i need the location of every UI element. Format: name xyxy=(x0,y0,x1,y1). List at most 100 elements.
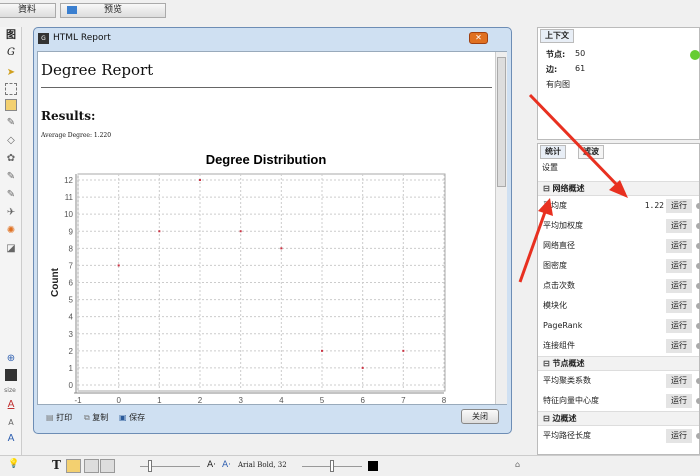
text-icon[interactable]: T xyxy=(52,458,61,472)
color-mode-icon[interactable] xyxy=(100,459,115,473)
y-tick-label: 12 xyxy=(64,176,73,185)
category-header[interactable]: ⊟ 网络概述 xyxy=(538,181,699,196)
preview-button[interactable]: 预览 xyxy=(60,3,166,18)
x-tick-label: -1 xyxy=(74,396,82,405)
run-button[interactable]: 运行 xyxy=(666,429,692,443)
zoom-icon[interactable]: ⊕ xyxy=(5,353,17,365)
heat-icon[interactable]: ✺ xyxy=(5,225,17,237)
settings-link[interactable]: 设置 xyxy=(542,162,558,173)
font-decrease-icon[interactable]: A· xyxy=(207,460,216,470)
collapse-icon[interactable]: ⊟ xyxy=(543,359,553,368)
save-button[interactable]: ▣ 保存 xyxy=(119,412,145,423)
lock-icon[interactable]: ⌂ xyxy=(515,460,520,469)
font-selector[interactable]: Arial Bold, 32 xyxy=(238,461,287,469)
run-button[interactable]: 运行 xyxy=(666,199,692,213)
statistic-row: 图密度 运行 xyxy=(538,256,700,276)
edge-pencil-icon[interactable]: ✎ xyxy=(5,189,17,201)
data-button[interactable]: 資料 xyxy=(0,3,56,18)
tab-statistics[interactable]: 统计 xyxy=(540,145,566,159)
y-tick-label: 5 xyxy=(69,296,74,305)
close-icon[interactable]: ✕ xyxy=(469,32,488,44)
run-button[interactable]: 运行 xyxy=(666,394,692,408)
x-tick-label: 5 xyxy=(320,396,325,405)
info-icon[interactable] xyxy=(696,433,700,439)
info-icon[interactable] xyxy=(696,263,700,269)
size-label: size xyxy=(4,387,16,394)
info-icon[interactable] xyxy=(696,398,700,404)
collapse-icon[interactable]: ⊟ xyxy=(543,414,553,423)
x-tick-label: 2 xyxy=(198,396,203,405)
brush-icon[interactable]: ✎ xyxy=(5,171,17,183)
statistic-label: 平均加权度 xyxy=(543,221,583,230)
vertical-scrollbar[interactable] xyxy=(495,52,507,404)
tab-context[interactable]: 上下文 xyxy=(540,29,574,43)
data-point xyxy=(321,349,323,352)
statistic-row: 平均加权度 运行 xyxy=(538,216,700,236)
info-icon[interactable] xyxy=(696,243,700,249)
statistic-row: 网络直径 运行 xyxy=(538,236,700,256)
drag-icon[interactable] xyxy=(5,99,17,111)
plane-icon[interactable]: ✈ xyxy=(5,207,17,219)
preview-button-label: 预览 xyxy=(103,5,122,15)
statistic-row: 平均度 1.22 运行 xyxy=(538,196,700,216)
chart-title: Degree Distribution xyxy=(206,152,327,167)
font-color-icon[interactable]: A xyxy=(5,399,17,411)
diamond-icon[interactable]: ◇ xyxy=(5,135,17,147)
info-icon[interactable] xyxy=(696,283,700,289)
info-icon[interactable] xyxy=(696,343,700,349)
rectangle-select-icon[interactable] xyxy=(5,83,17,95)
tab-filters[interactable]: 滤波 xyxy=(578,145,604,159)
info-icon[interactable] xyxy=(696,323,700,329)
data-point xyxy=(117,264,120,267)
font-increase-icon[interactable]: A· xyxy=(222,460,231,470)
info-icon[interactable] xyxy=(696,203,700,209)
run-button[interactable]: 运行 xyxy=(666,299,692,313)
run-button[interactable]: 运行 xyxy=(666,219,692,233)
paint-icon[interactable]: ✿ xyxy=(5,153,17,165)
run-button[interactable]: 运行 xyxy=(666,239,692,253)
pencil-icon[interactable]: ✎ xyxy=(5,117,17,129)
run-button[interactable]: 运行 xyxy=(666,279,692,293)
font-icon[interactable]: A xyxy=(5,433,17,445)
info-icon[interactable] xyxy=(696,303,700,309)
statistic-row: 平均路径长度 运行 xyxy=(538,426,700,446)
scrollbar-thumb[interactable] xyxy=(497,57,506,187)
font-size-slider-handle[interactable] xyxy=(330,460,334,472)
statistic-label: 平均路径长度 xyxy=(543,431,591,440)
run-button[interactable]: 运行 xyxy=(666,374,692,388)
y-tick-label: 0 xyxy=(69,381,74,390)
statistic-label: 连接组件 xyxy=(543,341,575,350)
x-tick-label: 1 xyxy=(157,396,162,405)
run-button[interactable]: 运行 xyxy=(666,319,692,333)
font-color-swatch[interactable] xyxy=(368,461,378,471)
info-icon[interactable] xyxy=(696,378,700,384)
save-label: 保存 xyxy=(129,413,146,422)
copy-button[interactable]: ⧉ 复制 xyxy=(84,412,108,423)
bottom-toolbar: 💡 T A· A· Arial Bold, 32 ⌂ xyxy=(0,455,700,476)
dialog-title: HTML Report xyxy=(53,33,111,43)
data-point xyxy=(402,349,405,352)
lightbulb-icon[interactable]: 💡 xyxy=(8,459,19,469)
run-button[interactable]: 运行 xyxy=(666,339,692,353)
category-header[interactable]: ⊟ 边概述 xyxy=(538,411,699,426)
monitor-icon xyxy=(67,6,77,14)
pointer-icon[interactable]: ➤ xyxy=(5,67,17,79)
collapse-icon[interactable]: ⊟ xyxy=(543,184,553,193)
background-color-icon[interactable] xyxy=(5,369,17,381)
statistic-label: 平均度 xyxy=(543,201,567,210)
path-icon[interactable]: ◪ xyxy=(5,243,17,255)
print-button[interactable]: ▤ 打印 xyxy=(46,412,72,423)
statistic-label: 平均聚类系数 xyxy=(543,376,591,385)
run-button[interactable]: 运行 xyxy=(666,259,692,273)
size-slider-handle[interactable] xyxy=(148,460,152,472)
info-icon[interactable] xyxy=(696,223,700,229)
font-size-icon[interactable]: A xyxy=(5,417,17,429)
category-header[interactable]: ⊟ 节点概述 xyxy=(538,356,699,371)
data-point xyxy=(239,230,242,233)
label-color-icon[interactable] xyxy=(66,459,81,473)
data-point xyxy=(158,230,161,233)
html-report-dialog: G HTML Report ✕ Degree Report Results: A… xyxy=(33,27,512,434)
x-tick-label: 0 xyxy=(116,396,121,405)
close-button[interactable]: 关闭 xyxy=(461,409,499,424)
edge-label-icon[interactable] xyxy=(84,459,99,473)
